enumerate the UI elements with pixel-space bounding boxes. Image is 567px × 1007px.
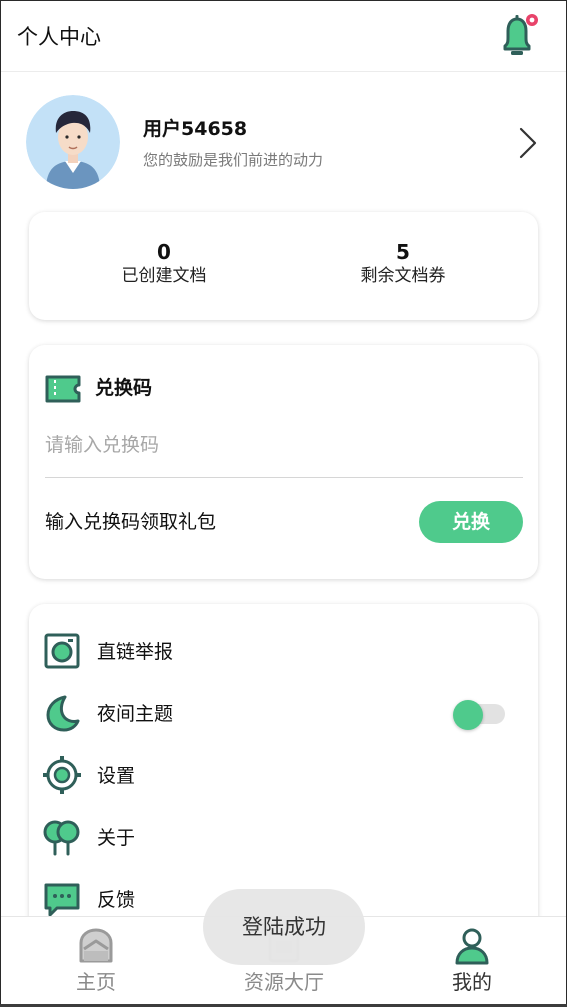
menu-label: 夜间主题 — [97, 703, 174, 725]
input-underline — [45, 477, 523, 478]
nav-item-profile[interactable]: 我的 — [397, 917, 547, 1006]
redeem-button[interactable]: 兑换 — [419, 501, 523, 543]
redeem-code-input[interactable] — [45, 429, 521, 461]
feedback-icon — [43, 880, 81, 918]
nav-label: 我的 — [452, 970, 492, 994]
menu-label: 反馈 — [97, 889, 136, 911]
menu-item-about[interactable]: 关于 — [29, 806, 539, 868]
report-icon — [43, 632, 81, 670]
redeem-title: 兑换码 — [95, 377, 153, 399]
avatar[interactable] — [26, 95, 120, 189]
home-icon — [78, 927, 114, 965]
chevron-right-icon[interactable] — [517, 126, 539, 160]
top-bar: 个人中心 — [1, 1, 566, 72]
nav-item-home[interactable]: 主页 — [21, 917, 171, 1006]
menu-item-report[interactable]: 直链举报 — [29, 620, 539, 682]
stat-created-docs[interactable]: 0 已创建文档 — [74, 240, 254, 288]
menu-label: 直链举报 — [97, 641, 174, 663]
stat-label: 已创建文档 — [121, 266, 207, 286]
user-subtitle: 您的鼓励是我们前进的动力 — [143, 151, 324, 169]
stat-value: 5 — [396, 240, 410, 264]
toast-message: 登陆成功 — [203, 889, 365, 965]
stat-remaining-coupons[interactable]: 5 剩余文档券 — [313, 240, 493, 288]
menu-item-settings[interactable]: 设置 — [29, 744, 539, 806]
night-theme-toggle[interactable] — [453, 700, 507, 730]
stat-label: 剩余文档券 — [360, 266, 446, 286]
redeem-hint: 输入兑换码领取礼包 — [45, 511, 217, 533]
menu-label: 设置 — [97, 765, 136, 787]
profile-icon — [454, 927, 490, 965]
menu-item-night-theme[interactable]: 夜间主题 — [29, 682, 539, 744]
about-icon — [43, 818, 81, 856]
stat-value: 0 — [157, 240, 171, 264]
moon-icon — [43, 694, 81, 732]
redeem-card: 兑换码 输入兑换码领取礼包 兑换 — [29, 345, 538, 579]
app-screen: 个人中心 用户54658 您的鼓励是我们前进的动力 0 已创建文档 5 剩余文档… — [0, 0, 567, 1007]
toggle-knob — [453, 700, 483, 730]
user-profile-row[interactable]: 用户54658 您的鼓励是我们前进的动力 — [1, 93, 566, 193]
bell-icon[interactable] — [499, 13, 539, 57]
ticket-icon — [45, 375, 81, 403]
user-name: 用户54658 — [143, 118, 248, 140]
page-title: 个人中心 — [17, 25, 101, 49]
nav-label: 资源大厅 — [244, 970, 324, 994]
settings-icon — [43, 756, 81, 794]
nav-label: 主页 — [76, 970, 116, 994]
stats-card: 0 已创建文档 5 剩余文档券 — [29, 212, 538, 320]
menu-label: 关于 — [97, 827, 136, 849]
